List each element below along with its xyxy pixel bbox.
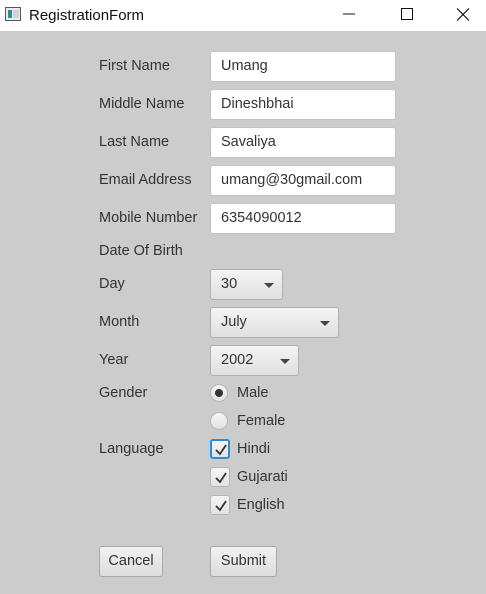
title-bar: RegistrationForm — [0, 0, 486, 31]
gender-female-radio[interactable] — [210, 412, 228, 430]
middle-name-label: Middle Name — [99, 96, 185, 112]
email-field[interactable]: umang@30gmail.com — [210, 165, 396, 196]
language-label: Language — [99, 441, 164, 457]
month-label: Month — [99, 314, 140, 330]
cancel-button[interactable]: Cancel — [99, 546, 163, 577]
submit-button[interactable]: Submit — [210, 546, 277, 577]
gender-male-radio[interactable] — [210, 384, 228, 402]
mobile-field[interactable]: 6354090012 — [210, 203, 396, 234]
minimize-icon — [343, 13, 355, 15]
last-name-label: Last Name — [99, 134, 170, 150]
close-button[interactable] — [436, 0, 486, 31]
gender-label: Gender — [99, 385, 148, 401]
maximize-button[interactable] — [378, 0, 436, 31]
checkmark-icon — [215, 444, 227, 456]
year-label: Year — [99, 352, 129, 368]
email-label: Email Address — [99, 172, 192, 188]
minimize-button[interactable] — [320, 0, 378, 31]
close-icon — [456, 8, 470, 21]
month-select[interactable]: July — [210, 307, 339, 338]
window-title: RegistrationForm — [29, 7, 145, 24]
checkmark-icon — [215, 500, 227, 512]
year-value: 2002 — [221, 352, 254, 368]
language-english-checkbox[interactable] — [210, 495, 230, 515]
day-select[interactable]: 30 — [210, 269, 283, 300]
gender-male-label: Male — [237, 385, 269, 401]
gender-female-label: Female — [237, 413, 286, 429]
month-value: July — [221, 314, 247, 330]
maximize-icon — [401, 8, 413, 20]
day-label: Day — [99, 276, 125, 292]
language-hindi-checkbox[interactable] — [210, 439, 230, 459]
dob-label: Date Of Birth — [99, 243, 183, 259]
middle-name-field[interactable]: Dineshbhai — [210, 89, 396, 120]
language-english-label: English — [237, 497, 285, 513]
mobile-label: Mobile Number — [99, 210, 198, 226]
app-icon — [5, 7, 21, 21]
chevron-down-icon — [320, 321, 330, 326]
chevron-down-icon — [264, 283, 274, 288]
language-gujarati-label: Gujarati — [237, 469, 288, 485]
language-hindi-label: Hindi — [237, 441, 271, 457]
checkmark-icon — [215, 472, 227, 484]
chevron-down-icon — [280, 359, 290, 364]
year-select[interactable]: 2002 — [210, 345, 299, 376]
language-gujarati-checkbox[interactable] — [210, 467, 230, 487]
first-name-label: First Name — [99, 58, 170, 74]
last-name-field[interactable]: Savaliya — [210, 127, 396, 158]
first-name-field[interactable]: Umang — [210, 51, 396, 82]
day-value: 30 — [221, 276, 238, 292]
